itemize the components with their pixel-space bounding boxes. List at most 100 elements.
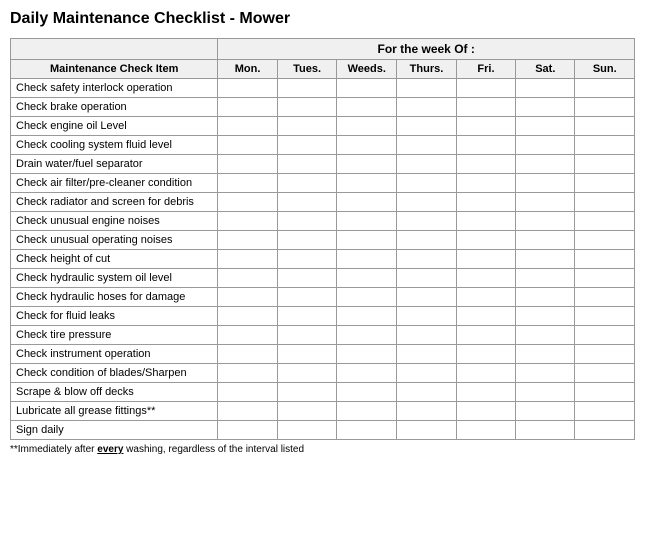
row-day-cell[interactable] [516,250,575,269]
row-day-cell[interactable] [337,402,397,421]
row-day-cell[interactable] [575,174,635,193]
row-day-cell[interactable] [575,136,635,155]
row-day-cell[interactable] [397,307,457,326]
row-day-cell[interactable] [575,383,635,402]
row-day-cell[interactable] [456,421,515,440]
row-day-cell[interactable] [397,250,457,269]
row-day-cell[interactable] [337,250,397,269]
row-day-cell[interactable] [575,345,635,364]
row-day-cell[interactable] [277,155,337,174]
row-day-cell[interactable] [456,193,515,212]
row-day-cell[interactable] [456,98,515,117]
row-day-cell[interactable] [337,288,397,307]
row-day-cell[interactable] [337,79,397,98]
row-day-cell[interactable] [397,98,457,117]
row-day-cell[interactable] [575,79,635,98]
row-day-cell[interactable] [516,288,575,307]
row-day-cell[interactable] [277,250,337,269]
row-day-cell[interactable] [337,174,397,193]
row-day-cell[interactable] [516,136,575,155]
row-day-cell[interactable] [575,364,635,383]
row-day-cell[interactable] [218,79,277,98]
row-day-cell[interactable] [516,269,575,288]
row-day-cell[interactable] [337,155,397,174]
row-day-cell[interactable] [277,288,337,307]
row-day-cell[interactable] [397,212,457,231]
row-day-cell[interactable] [337,326,397,345]
row-day-cell[interactable] [516,345,575,364]
row-day-cell[interactable] [218,98,277,117]
row-day-cell[interactable] [277,136,337,155]
row-day-cell[interactable] [337,231,397,250]
row-day-cell[interactable] [516,402,575,421]
row-day-cell[interactable] [218,231,277,250]
row-day-cell[interactable] [337,383,397,402]
row-day-cell[interactable] [397,193,457,212]
row-day-cell[interactable] [516,421,575,440]
row-day-cell[interactable] [456,250,515,269]
row-day-cell[interactable] [218,383,277,402]
row-day-cell[interactable] [397,231,457,250]
row-day-cell[interactable] [337,193,397,212]
row-day-cell[interactable] [456,117,515,136]
row-day-cell[interactable] [277,364,337,383]
row-day-cell[interactable] [516,174,575,193]
row-day-cell[interactable] [575,155,635,174]
row-day-cell[interactable] [456,269,515,288]
row-day-cell[interactable] [277,231,337,250]
row-day-cell[interactable] [575,98,635,117]
row-day-cell[interactable] [277,174,337,193]
row-day-cell[interactable] [277,421,337,440]
row-day-cell[interactable] [337,421,397,440]
row-day-cell[interactable] [218,212,277,231]
row-day-cell[interactable] [456,136,515,155]
row-day-cell[interactable] [456,212,515,231]
row-day-cell[interactable] [456,79,515,98]
row-day-cell[interactable] [516,383,575,402]
row-day-cell[interactable] [397,117,457,136]
row-day-cell[interactable] [516,117,575,136]
row-day-cell[interactable] [397,288,457,307]
row-day-cell[interactable] [575,269,635,288]
row-day-cell[interactable] [516,326,575,345]
row-day-cell[interactable] [456,383,515,402]
row-day-cell[interactable] [337,345,397,364]
row-day-cell[interactable] [337,212,397,231]
row-day-cell[interactable] [397,155,457,174]
row-day-cell[interactable] [516,364,575,383]
row-day-cell[interactable] [516,231,575,250]
row-day-cell[interactable] [575,193,635,212]
row-day-cell[interactable] [218,193,277,212]
row-day-cell[interactable] [218,326,277,345]
row-day-cell[interactable] [456,231,515,250]
row-day-cell[interactable] [397,136,457,155]
row-day-cell[interactable] [575,250,635,269]
row-day-cell[interactable] [277,402,337,421]
row-day-cell[interactable] [277,212,337,231]
row-day-cell[interactable] [277,98,337,117]
row-day-cell[interactable] [218,421,277,440]
row-day-cell[interactable] [337,117,397,136]
row-day-cell[interactable] [337,307,397,326]
row-day-cell[interactable] [456,402,515,421]
row-day-cell[interactable] [218,136,277,155]
row-day-cell[interactable] [218,364,277,383]
row-day-cell[interactable] [397,326,457,345]
row-day-cell[interactable] [277,345,337,364]
row-day-cell[interactable] [456,345,515,364]
row-day-cell[interactable] [516,307,575,326]
row-day-cell[interactable] [575,421,635,440]
row-day-cell[interactable] [337,98,397,117]
row-day-cell[interactable] [516,98,575,117]
row-day-cell[interactable] [218,345,277,364]
row-day-cell[interactable] [218,307,277,326]
row-day-cell[interactable] [456,174,515,193]
row-day-cell[interactable] [397,345,457,364]
row-day-cell[interactable] [337,364,397,383]
row-day-cell[interactable] [575,326,635,345]
row-day-cell[interactable] [516,155,575,174]
row-day-cell[interactable] [218,402,277,421]
row-day-cell[interactable] [277,307,337,326]
row-day-cell[interactable] [397,402,457,421]
row-day-cell[interactable] [337,136,397,155]
